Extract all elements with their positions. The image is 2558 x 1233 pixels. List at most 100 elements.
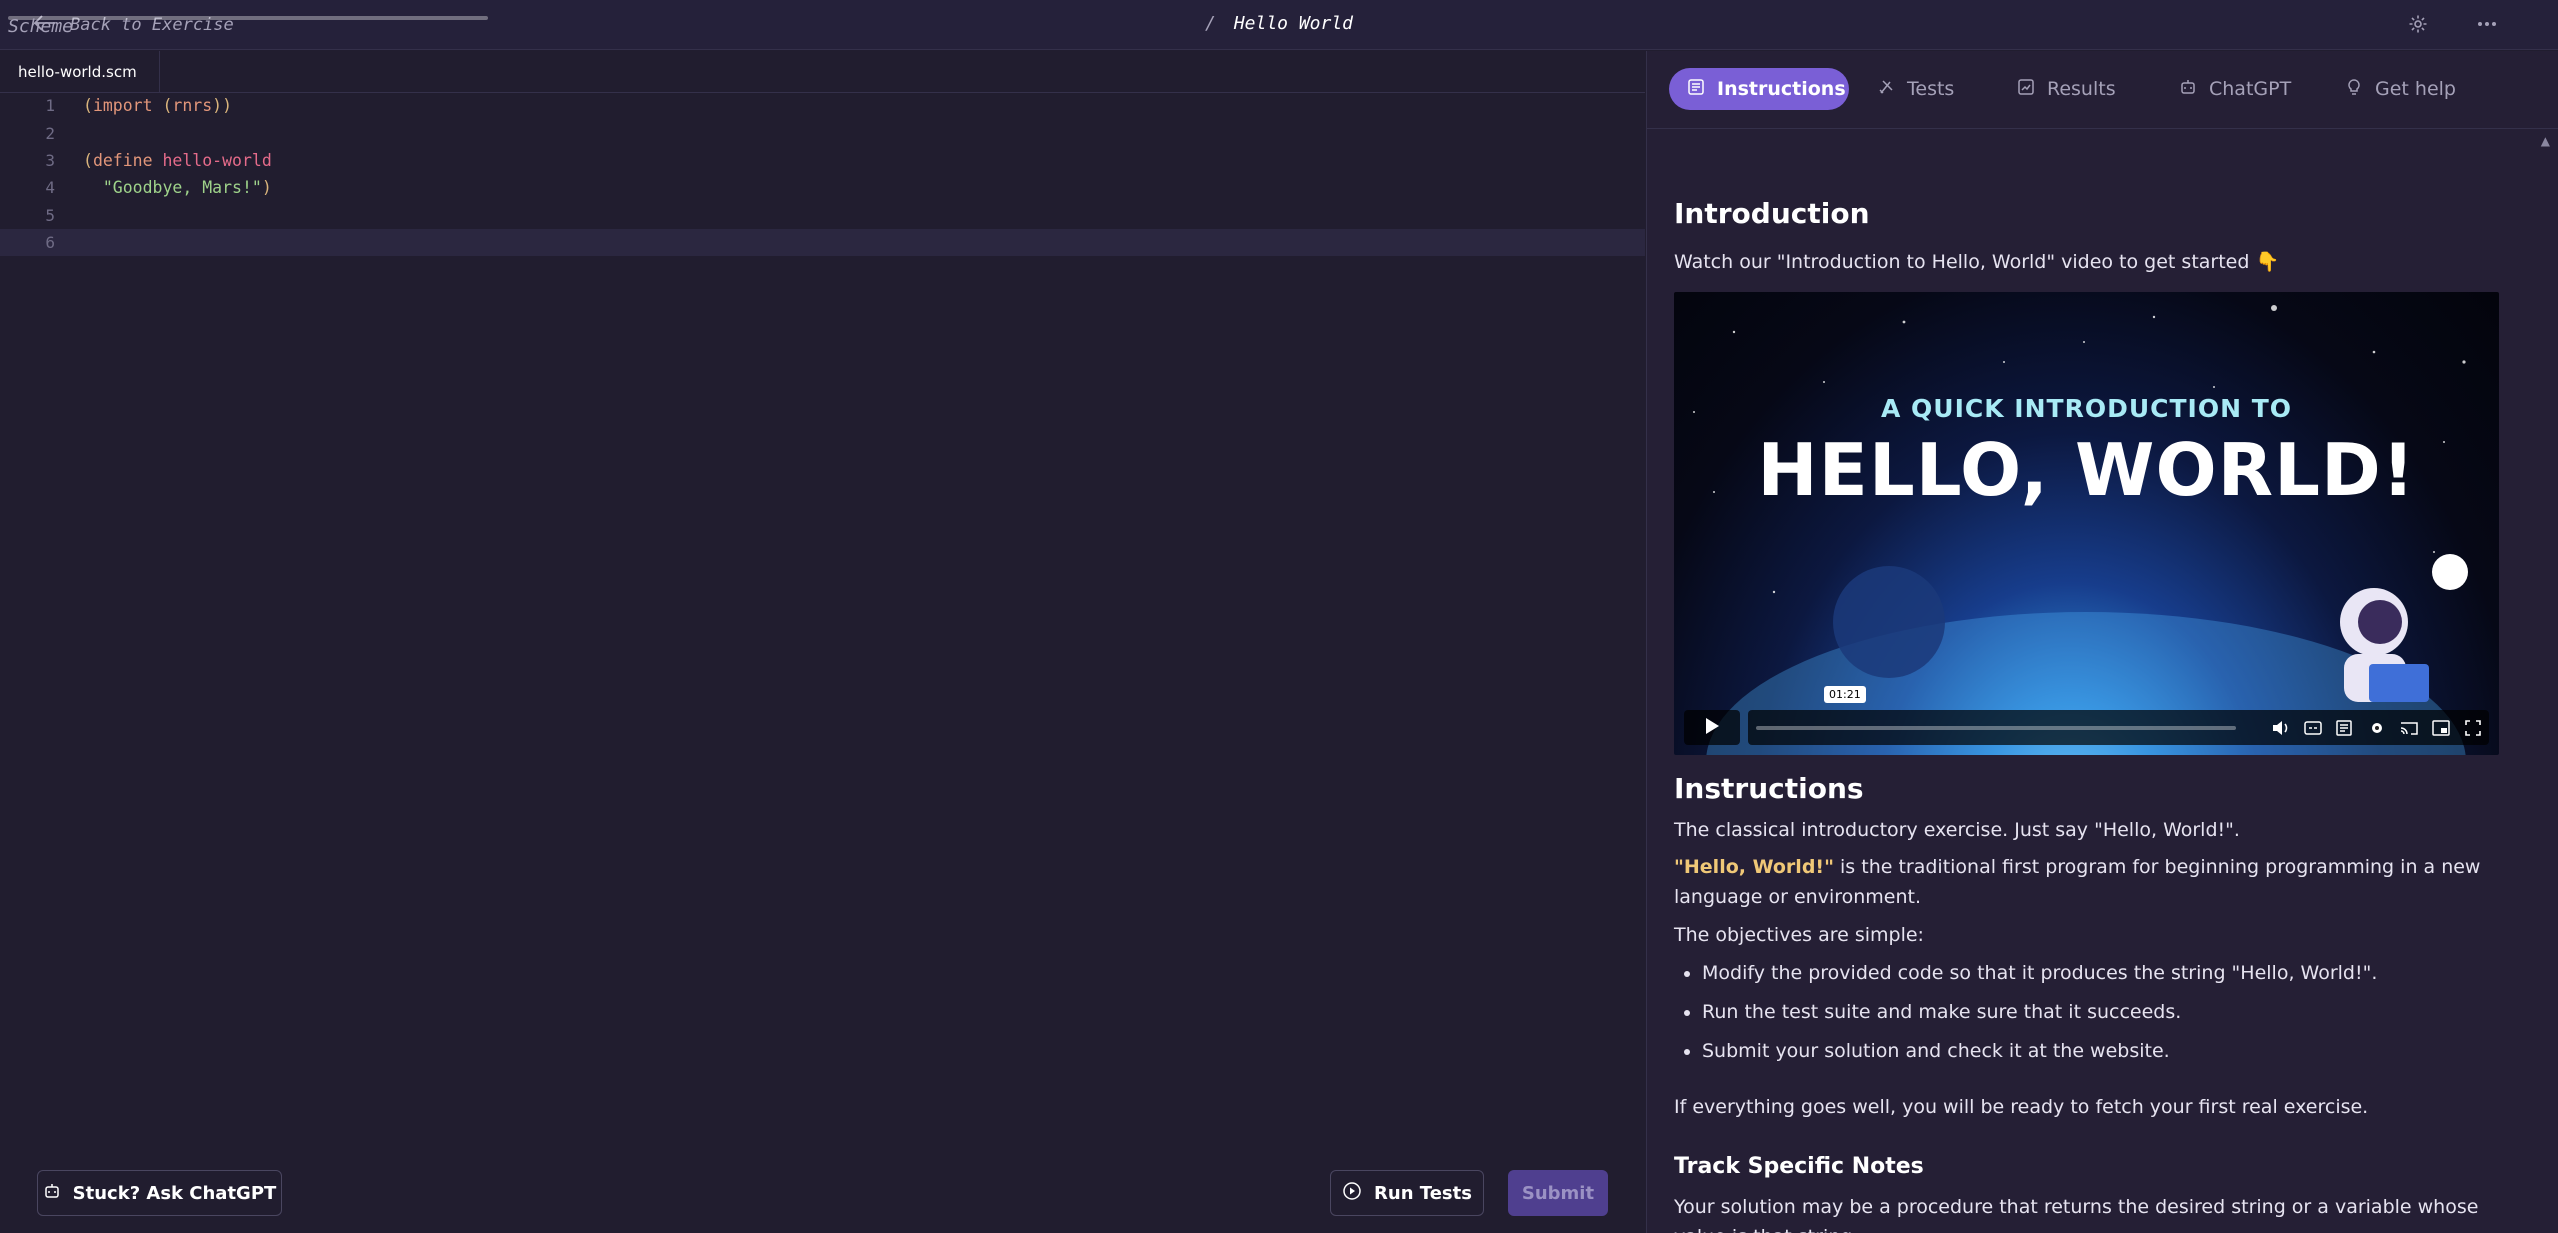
code-token: ( [83, 96, 93, 116]
tests-icon [1877, 78, 1895, 101]
code-text: (import (rnrs)) [83, 96, 232, 115]
breadcrumb: Scheme / Hello World [0, 0, 2558, 46]
file-tab-label: hello-world.scm [18, 62, 137, 81]
panel-tabs: Instructions Tests Results ChatGPT Get h… [1647, 51, 2558, 129]
tab-label: Get help [2375, 78, 2456, 100]
code-area[interactable]: 1 (import (rnrs)) 2 3 (define hello-worl… [0, 92, 1645, 257]
back-label: Back to Exercise [70, 15, 234, 35]
tab-results[interactable]: Results [1999, 68, 2134, 110]
tab-label: ChatGPT [2209, 78, 2292, 100]
code-token: import [92, 96, 153, 116]
tab-instructions[interactable]: Instructions [1669, 68, 1849, 110]
code-token: hello-world [162, 150, 272, 170]
video-controls: 01:21 [1684, 686, 2489, 745]
cast-icon[interactable] [2399, 718, 2419, 738]
lightbulb-icon [2345, 78, 2363, 101]
video-play-button[interactable] [1684, 710, 1740, 745]
line-number: 4 [45, 178, 55, 198]
volume-icon[interactable] [2271, 718, 2291, 738]
code-line[interactable]: 3 (define hello-world [0, 147, 1645, 174]
code-token: )) [212, 96, 233, 116]
instructions-panel: Instructions Tests Results ChatGPT Get h… [1646, 51, 2558, 1233]
list-item: Submit your solution and check it at the… [1702, 1036, 2532, 1066]
astronaut-illustration [2340, 554, 2468, 702]
instructions-paragraph-1: The classical introductory exercise. Jus… [1674, 819, 2240, 841]
instructions-paragraph-3: The objectives are simple: [1674, 924, 1924, 946]
video-progress-track[interactable] [1756, 726, 2236, 730]
list-item: Run the test suite and make sure that it… [1702, 997, 2532, 1027]
code-token: rnrs [172, 96, 213, 116]
ask-chatgpt-button[interactable]: Stuck? Ask ChatGPT [37, 1170, 282, 1216]
video-control-icons [2271, 710, 2483, 745]
intro-video[interactable]: A QUICK INTRODUCTION TO HELLO, WORLD! 01… [1674, 292, 2499, 755]
scroll-up-arrow-icon[interactable]: ▲ [2541, 134, 2550, 148]
code-line[interactable]: 5 [0, 202, 1645, 229]
fullscreen-icon[interactable] [2463, 718, 2483, 738]
top-bar: Back to Exercise Scheme / Hello World [0, 0, 2558, 50]
starfield-background [1693, 305, 2468, 755]
more-options-icon[interactable] [2474, 11, 2500, 37]
code-token: ( [162, 96, 173, 116]
captions-icon[interactable] [2303, 718, 2323, 738]
intro-text: Watch our "Introduction to Hello, World"… [1674, 251, 2280, 273]
code-text: "Goodbye, Mars!") [83, 178, 272, 197]
instructions-paragraph-2: "Hello, World!" is the traditional first… [1674, 852, 2504, 912]
tab-get-help[interactable]: Get help [2327, 68, 2474, 110]
transcript-icon[interactable] [2335, 718, 2355, 738]
run-tests-label: Run Tests [1374, 1182, 1472, 1204]
tab-label: Tests [1907, 78, 1955, 100]
code-token: "Goodbye, Mars!" [102, 178, 262, 198]
track-notes-heading: Track Specific Notes [1674, 1154, 1924, 1179]
file-tab[interactable]: hello-world.scm [0, 51, 160, 92]
line-number: 2 [45, 123, 55, 143]
code-line[interactable]: 2 [0, 119, 1645, 146]
submit-label: Submit [1521, 1182, 1595, 1204]
video-title: HELLO, WORLD! [1757, 428, 2416, 512]
code-line[interactable]: 1 (import (rnrs)) [0, 92, 1645, 119]
video-control-bar: 01:21 [1748, 686, 2489, 745]
video-settings-gear-icon[interactable] [2367, 718, 2387, 738]
ask-chatgpt-label: Stuck? Ask ChatGPT [72, 1182, 277, 1204]
tab-label: Results [2047, 78, 2116, 100]
line-number: 5 [45, 205, 55, 225]
chatgpt-icon [2179, 78, 2197, 101]
objectives-list: Modify the provided code so that it prod… [1674, 958, 2532, 1075]
track-notes-text: Your solution may be a procedure that re… [1674, 1196, 2479, 1233]
list-item: Modify the provided code so that it prod… [1702, 958, 2532, 988]
instructions-heading: Instructions [1674, 772, 1864, 805]
code-token: ( [83, 150, 93, 170]
run-tests-button[interactable]: Run Tests [1330, 1170, 1484, 1216]
settings-gear-icon[interactable] [2405, 11, 2431, 37]
code-line-active[interactable]: 6 [0, 228, 1645, 257]
chatgpt-icon [43, 1182, 61, 1205]
play-icon [1704, 717, 1720, 739]
arrow-left-icon [33, 14, 56, 36]
line-number: 6 [45, 233, 55, 253]
line-number: 3 [45, 150, 55, 170]
tab-tests[interactable]: Tests [1859, 68, 1972, 110]
code-editor: hello-world.scm 1 (import (rnrs)) 2 3 (d… [0, 51, 1645, 1233]
hello-world-highlight: "Hello, World!" [1674, 856, 1834, 878]
video-time-tooltip: 01:21 [1824, 686, 1866, 703]
code-token: define [92, 150, 153, 170]
results-icon [2017, 78, 2035, 101]
introduction-heading: Introduction [1674, 197, 1870, 230]
code-token: ) [261, 178, 272, 198]
video-subtitle: A QUICK INTRODUCTION TO [1880, 394, 2293, 423]
play-circle-icon [1342, 1181, 1362, 1206]
code-line[interactable]: 4 "Goodbye, Mars!") [0, 174, 1645, 201]
submit-button[interactable]: Submit [1508, 1170, 1608, 1216]
tab-chatgpt[interactable]: ChatGPT [2161, 68, 2309, 110]
code-text: (define hello-world [83, 151, 272, 170]
instructions-icon [1687, 78, 1705, 101]
picture-in-picture-icon[interactable] [2431, 718, 2451, 738]
breadcrumb-separator: / [1204, 12, 1216, 34]
back-to-exercise-link[interactable]: Back to Exercise [33, 0, 234, 50]
instructions-paragraph-4: If everything goes well, you will be rea… [1674, 1096, 2369, 1118]
breadcrumb-exercise: Hello World [1233, 12, 1354, 34]
line-number: 1 [45, 96, 55, 116]
tab-label: Instructions [1717, 78, 1846, 100]
